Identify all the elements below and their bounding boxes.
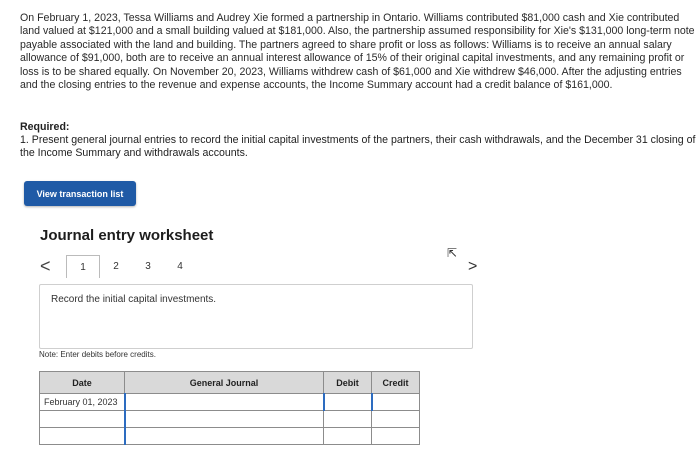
credit-input[interactable] bbox=[371, 410, 420, 428]
tab-page-3[interactable]: 3 bbox=[132, 257, 164, 277]
date-cell[interactable]: February 01, 2023 bbox=[39, 393, 125, 411]
note-text: Note: Enter debits before credits. bbox=[39, 350, 156, 359]
problem-statement: On February 1, 2023, Tessa Williams and … bbox=[20, 12, 695, 92]
date-cell[interactable] bbox=[39, 427, 125, 445]
column-header-date: Date bbox=[39, 371, 125, 394]
required-label: Required: bbox=[20, 121, 70, 133]
tab-page-4[interactable]: 4 bbox=[164, 257, 196, 277]
general-journal-input[interactable] bbox=[123, 393, 324, 411]
view-transaction-list-button[interactable]: View transaction list bbox=[24, 181, 136, 206]
required-text: 1. Present general journal entries to re… bbox=[20, 134, 696, 160]
instruction-text: Record the initial capital investments. bbox=[51, 294, 217, 305]
column-header-credit: Credit bbox=[371, 371, 420, 394]
general-journal-input[interactable] bbox=[123, 427, 324, 445]
debit-input[interactable] bbox=[322, 393, 372, 411]
table-row bbox=[39, 427, 420, 445]
column-header-general-journal: General Journal bbox=[124, 371, 324, 394]
worksheet-title: Journal entry worksheet bbox=[40, 227, 214, 244]
table-row: February 01, 2023 bbox=[39, 393, 420, 411]
tab-page-1[interactable]: 1 bbox=[66, 255, 100, 278]
journal-table: Date General Journal Debit Credit Februa… bbox=[39, 371, 420, 445]
prev-arrow-icon[interactable]: < bbox=[40, 256, 51, 277]
table-row bbox=[39, 410, 420, 428]
page-tabs: 1 2 3 4 bbox=[66, 255, 196, 278]
debit-input[interactable] bbox=[323, 410, 372, 428]
date-cell[interactable] bbox=[39, 410, 125, 428]
instruction-box: Record the initial capital investments. bbox=[39, 284, 473, 349]
credit-input[interactable] bbox=[371, 427, 420, 445]
general-journal-input[interactable] bbox=[123, 410, 324, 428]
credit-input[interactable] bbox=[370, 393, 420, 411]
tab-page-2[interactable]: 2 bbox=[100, 257, 132, 277]
column-header-debit: Debit bbox=[323, 371, 372, 394]
next-arrow-icon[interactable]: > bbox=[468, 258, 477, 276]
cursor-icon: ⇱ bbox=[447, 246, 458, 260]
debit-input[interactable] bbox=[323, 427, 372, 445]
